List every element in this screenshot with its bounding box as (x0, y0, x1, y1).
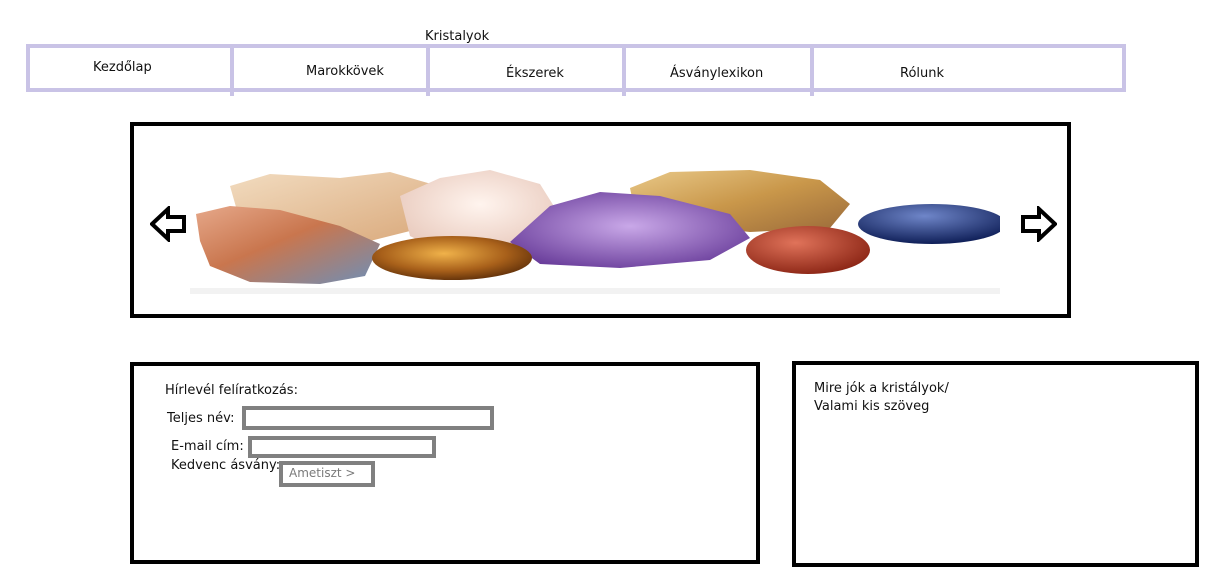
info-text-line: Mire jók a kristályok/ (814, 381, 949, 396)
nav-item-label: Ékszerek (506, 66, 564, 81)
site-title: Kristalyok (425, 29, 490, 44)
arrow-right-icon (1021, 204, 1058, 244)
slider-prev-button[interactable] (149, 204, 188, 244)
favorite-mineral-select[interactable]: Ametiszt > (279, 461, 375, 487)
nav-item-asvanylexikon[interactable]: Ásványlexikon (626, 48, 810, 88)
email-input[interactable] (248, 436, 436, 458)
email-label: E-mail cím: (171, 439, 244, 454)
info-box: Mire jók a kristályok/ Valami kis szöveg (792, 361, 1199, 567)
nav-item-rolunk[interactable]: Rólunk (814, 48, 1122, 88)
favorite-mineral-selected-value: Ametiszt > (289, 466, 356, 480)
favorite-mineral-label: Kedvenc ásvány: (171, 458, 281, 473)
nav-item-label: Rólunk (900, 66, 945, 81)
full-name-label: Teljes név: (167, 411, 235, 426)
nav-item-kezdolap[interactable]: Kezdőlap (30, 48, 230, 88)
info-text-line: Valami kis szöveg (814, 399, 930, 414)
nav-item-label: Marokkövek (306, 64, 384, 79)
slider-next-button[interactable] (1019, 204, 1058, 244)
crystals-banner-image (190, 170, 1000, 294)
arrow-left-icon (149, 204, 186, 244)
nav-item-label: Kezdőlap (93, 60, 152, 75)
nav-item-ekszerek[interactable]: Ékszerek (430, 48, 622, 88)
full-name-input[interactable] (242, 406, 494, 430)
nav-item-label: Ásványlexikon (670, 66, 764, 81)
newsletter-title: Hírlevél felíratkozás: (165, 383, 298, 398)
newsletter-form: Hírlevél felíratkozás: Teljes név: E-mai… (130, 362, 760, 564)
main-nav: Kezdőlap Marokkövek Ékszerek Ásványlexik… (26, 44, 1126, 96)
image-slider (130, 122, 1071, 318)
nav-item-marokkovek[interactable]: Marokkövek (234, 48, 426, 88)
